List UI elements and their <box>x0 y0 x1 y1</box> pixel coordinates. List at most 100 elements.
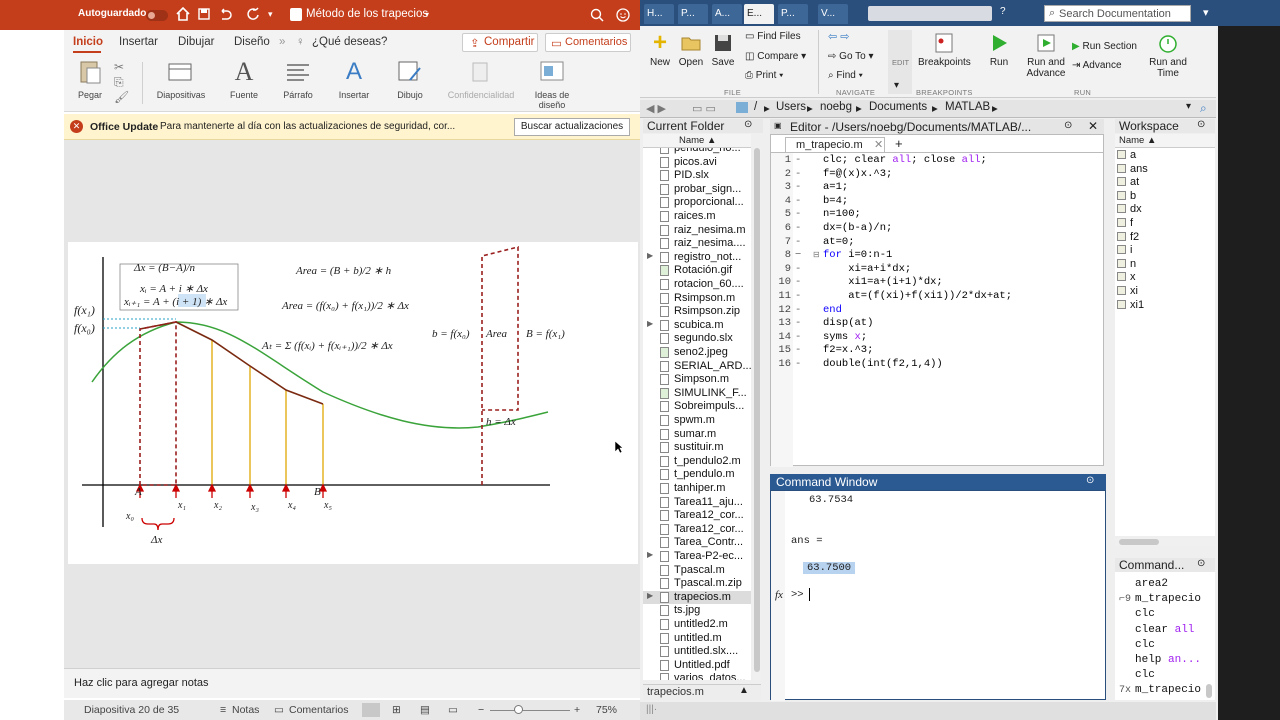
file-list-item[interactable]: PID.slx <box>643 169 751 183</box>
check-updates-button[interactable]: Buscar actualizaciones <box>514 118 630 136</box>
insert-button[interactable]: A Insertar <box>334 58 374 100</box>
confidentiality-button[interactable]: Confidencialidad <box>444 58 518 100</box>
expand-icon[interactable]: ▶ <box>647 319 653 328</box>
workspace-variable[interactable]: x <box>1117 271 1136 285</box>
run-time-button[interactable]: Run and Time <box>1148 32 1188 79</box>
file-list-item[interactable]: untitled2.m <box>643 618 751 632</box>
back-forward-icons[interactable]: ⇦ ⇨ <box>828 30 850 43</box>
code-editor[interactable]: m_trapecio.m ✕ + 1- clc; clear all; close… <box>770 134 1104 467</box>
workspace-variable[interactable]: dx <box>1117 203 1142 217</box>
breakpoint-marker[interactable]: − <box>795 249 801 261</box>
path-matlab[interactable]: MATLAB <box>945 101 990 113</box>
file-list-item[interactable]: seno2.jpeg <box>643 346 751 360</box>
file-list-item[interactable]: Tpascal.m.zip <box>643 577 751 591</box>
breakpoint-marker[interactable]: - <box>795 304 801 316</box>
address-bar[interactable]: ◀ ▶ ▭ ▭ / ▸ Users ▸ noebg ▸ Documents ▸ … <box>640 100 1216 118</box>
comments-toggle[interactable]: Comentarios <box>289 704 349 716</box>
workspace-variable[interactable]: b <box>1117 190 1136 204</box>
tab-insertar[interactable]: Insertar <box>119 36 158 48</box>
file-list-item[interactable]: proporcional... <box>643 196 751 210</box>
file-list-item[interactable]: Tpascal.m <box>643 564 751 578</box>
ws-name-column[interactable]: Name ▲ <box>1119 135 1156 146</box>
panel-menu-icon[interactable]: ⊙ <box>744 119 752 130</box>
file-list-item[interactable]: raices.m <box>643 210 751 224</box>
file-list-item[interactable]: Rotación.gif <box>643 264 751 278</box>
sorter-view-icon[interactable]: ⊞ <box>392 704 401 716</box>
code-lines[interactable]: 1- clc; clear all; close all; 2- f=@(x)x.^3… <box>771 154 1103 374</box>
file-list-item[interactable]: spwm.m <box>643 414 751 428</box>
file-list-item[interactable]: segundo.slx <box>643 332 751 346</box>
current-folder-list[interactable]: pendulo_no... picos.avi PID.slx probar_sign… <box>643 148 751 680</box>
file-list-item[interactable]: Rsimpson.m <box>643 292 751 306</box>
file-list-item[interactable]: Tarea12_cor... <box>643 523 751 537</box>
breakpoint-marker[interactable]: - <box>795 344 801 356</box>
code-line[interactable]: 4- b=4; <box>771 195 1101 209</box>
search-folder-icon[interactable]: ⌕ <box>1200 101 1207 116</box>
comments-icon[interactable]: ▭ <box>274 704 284 716</box>
workspace-variable[interactable]: a <box>1117 149 1136 163</box>
breakpoint-marker[interactable]: - <box>795 154 801 166</box>
code-line[interactable]: 2- f=@(x)x.^3; <box>771 168 1101 182</box>
breakpoint-marker[interactable]: - <box>795 222 801 234</box>
zoom-level[interactable]: 75% <box>596 704 617 716</box>
code-line[interactable]: 12- end <box>771 304 1101 318</box>
breakpoint-marker[interactable]: - <box>795 195 801 207</box>
file-list-item[interactable]: untitled.m <box>643 632 751 646</box>
file-list-item[interactable]: ▶ registro_not... <box>643 251 751 265</box>
path-user[interactable]: noebg <box>820 101 852 113</box>
run-advance-button[interactable]: Run and Advance <box>1024 32 1068 79</box>
code-line[interactable]: 15- f2=x.^3; <box>771 344 1101 358</box>
fx-icon[interactable]: fx <box>775 589 783 601</box>
file-list-item[interactable]: t_pendulo.m <box>643 468 751 482</box>
history-item[interactable]: area2 <box>1119 578 1168 590</box>
breakpoint-marker[interactable]: - <box>795 168 801 180</box>
expand-icon[interactable]: ▶ <box>647 251 653 260</box>
compare-button[interactable]: ◫ Compare ▾ <box>745 51 806 62</box>
code-line[interactable]: 1- clc; clear all; close all; <box>771 154 1101 168</box>
close-tab-icon[interactable]: ✕ <box>874 138 883 151</box>
collapse-toolstrip-icon[interactable]: ▾ <box>1203 6 1209 19</box>
slide[interactable]: f(x₁) f(x₀) Δx = (B−A)/n xᵢ = A + i ∗ Δx… <box>68 242 638 564</box>
reading-view-icon[interactable]: ▤ <box>420 704 430 716</box>
help-icon[interactable]: ? <box>1000 6 1014 20</box>
file-list-item[interactable]: Tarea_Contr... <box>643 536 751 550</box>
new-button[interactable]: + New <box>648 31 672 69</box>
file-list-item[interactable]: sumar.m <box>643 428 751 442</box>
history-item[interactable]: clc <box>1119 639 1155 651</box>
breakpoint-marker[interactable]: - <box>795 181 801 193</box>
save-icon[interactable] <box>198 8 210 20</box>
history-item[interactable]: ⌐9 m_trapecio <box>1119 593 1201 605</box>
notes-toggle[interactable]: Notas <box>232 704 259 716</box>
history-item[interactable]: clc <box>1119 669 1155 681</box>
redo-icon[interactable] <box>246 7 260 21</box>
file-list-item[interactable]: ts.jpg <box>643 604 751 618</box>
name-column[interactable]: Name ▲ <box>679 135 716 146</box>
notes-pane[interactable]: Haz clic para agregar notas <box>64 668 640 698</box>
breakpoint-marker[interactable]: - <box>795 317 801 329</box>
file-list-item[interactable]: Untitled.pdf <box>643 659 751 673</box>
scroll-thumb[interactable] <box>1119 539 1159 545</box>
new-tab-icon[interactable]: + <box>895 136 903 151</box>
code-line[interactable]: 11- at=(f(xi)+f(xi1))/2*dx+at; <box>771 290 1101 304</box>
file-list-item[interactable]: SERIAL_ARD... <box>643 360 751 374</box>
expand-icon[interactable]: ▶ <box>647 550 653 559</box>
advance-button[interactable]: ⇥ Advance <box>1072 60 1122 71</box>
file-list-item[interactable]: probar_sign... <box>643 183 751 197</box>
workspace-variable[interactable]: f2 <box>1117 231 1139 245</box>
file-list-item[interactable]: SIMULINK_F... <box>643 387 751 401</box>
history-item[interactable]: help an... <box>1119 654 1201 666</box>
path-users[interactable]: Users <box>776 101 806 113</box>
panel-menu-icon[interactable]: ⊙ <box>1064 120 1072 131</box>
qat-more-icon[interactable]: ▾ <box>268 9 273 20</box>
tab-apps[interactable]: A... <box>712 4 742 24</box>
tab-publish[interactable]: P... <box>778 4 808 24</box>
path-dropdown-icon[interactable]: ▾ <box>1186 101 1191 112</box>
panel-menu-icon[interactable]: ⊙ <box>1197 558 1205 569</box>
folder-nav-icons[interactable]: ▭ ▭ <box>692 102 716 115</box>
run-section-button[interactable]: ▶ Run Section <box>1072 41 1137 52</box>
code-line[interactable]: 6- dx=(b-a)/n; <box>771 222 1101 236</box>
code-line[interactable]: 16- double(int(f2,1,4)) <box>771 358 1101 372</box>
file-list-item[interactable]: picos.avi <box>643 156 751 170</box>
undo-icon[interactable] <box>218 7 232 21</box>
breakpoints-button[interactable]: Breakpoints <box>918 32 971 68</box>
